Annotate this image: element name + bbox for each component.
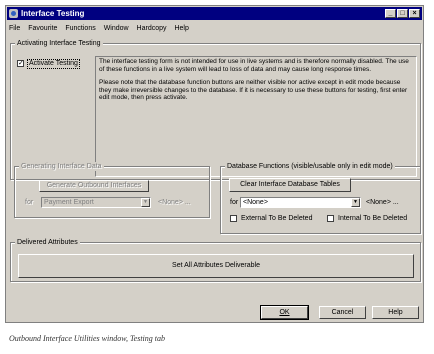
window-title: Interface Testing [21,9,85,18]
info-paragraph-1: The interface testing form is not intend… [99,58,409,73]
generating-group-label: Generating Interface Data [19,162,104,171]
menu-favourite[interactable]: Favourite [28,25,57,32]
activating-group-label: Activating Interface Testing [15,39,103,48]
db-for-label: for [230,199,239,206]
app-icon[interactable] [9,9,18,18]
payment-export-value: Payment Export [44,199,94,206]
info-text: The interface testing form is not intend… [95,56,417,177]
generating-group: Generating Interface Data Generate Outbo… [14,162,210,218]
help-button[interactable]: Help [372,306,419,319]
db-functions-group-label: Database Functions (visible/usable only … [225,162,395,171]
chevron-down-icon[interactable]: ▼ [141,198,150,207]
menu-help[interactable]: Help [174,25,188,32]
clear-db-tables-button[interactable]: Clear Interface Database Tables [229,178,351,192]
internal-delete-checkbox[interactable] [327,215,334,222]
generate-outbound-button[interactable]: Generate Outbound Interfaces [39,180,149,192]
chevron-down-icon[interactable]: ▼ [351,198,360,207]
external-delete-checkbox[interactable] [230,215,237,222]
maximize-button[interactable]: □ [397,9,408,18]
ok-button[interactable]: OK [260,305,309,320]
interface-testing-window: Interface Testing _ □ × File Favourite F… [5,5,424,323]
delivered-group: Delivered Attributes Set All Attributes … [10,238,421,282]
db-for-select[interactable]: <None> ▼ [240,197,361,208]
ok-button-label: OK [279,309,290,316]
menu-functions[interactable]: Functions [65,25,95,32]
internal-delete-label[interactable]: Internal To Be Deleted [338,214,407,223]
db-extra-value: <None> ... [366,199,399,206]
title-bar[interactable]: Interface Testing _ □ × [7,7,422,20]
menu-file[interactable]: File [9,25,20,32]
cancel-button[interactable]: Cancel [319,306,366,319]
menu-window[interactable]: Window [104,25,129,32]
delivered-group-label: Delivered Attributes [15,238,80,247]
activate-testing-checkbox[interactable] [17,60,24,67]
generating-extra-value: <None> ... [158,199,191,206]
activate-testing-label[interactable]: Activate Testing [27,59,80,69]
info-paragraph-2: Please note that the database function b… [99,79,408,101]
generating-for-label: for [25,199,34,206]
close-button[interactable]: × [409,9,420,18]
payment-export-select[interactable]: Payment Export ▼ [41,197,151,208]
external-delete-label[interactable]: External To Be Deleted [241,214,312,223]
db-functions-group: Database Functions (visible/usable only … [220,162,421,234]
set-all-deliverable-button[interactable]: Set All Attributes Deliverable [18,254,414,278]
db-for-value: <None> [243,199,268,206]
activating-group: Activating Interface Testing Activate Te… [10,39,421,180]
menu-bar: File Favourite Functions Window Hardcopy… [9,23,195,34]
menu-hardcopy[interactable]: Hardcopy [137,25,167,32]
figure-caption: Outbound Interface Utilities window, Tes… [9,334,165,343]
minimize-button[interactable]: _ [385,9,396,18]
